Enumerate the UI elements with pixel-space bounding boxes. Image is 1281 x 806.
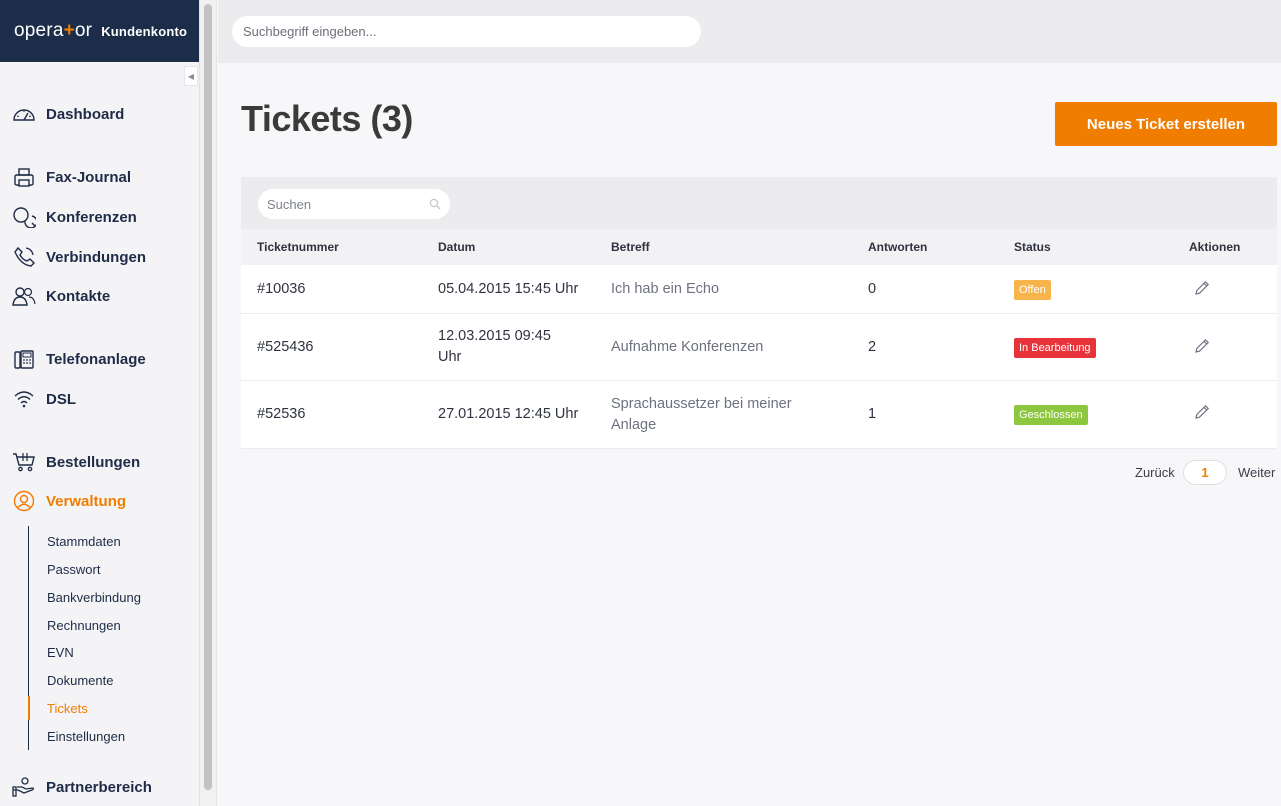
sidebar-item-label: Fax-Journal [46,168,132,186]
column-header-antworten[interactable]: Antworten [868,240,927,254]
column-header-ticketnummer[interactable]: Ticketnummer [257,240,339,254]
table-search-input[interactable] [258,189,450,219]
submenu-item-dokumente[interactable]: Dokumente [47,673,113,688]
submenu-item-rechnungen[interactable]: Rechnungen [47,618,121,633]
ticket-subject[interactable]: Sprachaussetzer bei meiner Anlage [611,394,826,436]
sidebar-item-label: Partnerbereich [46,778,152,796]
operator-logo: opera+or [14,20,93,41]
edit-icon[interactable] [1193,403,1211,421]
edit-icon[interactable] [1193,337,1211,355]
sidebar-item-label: Telefonanlage [46,350,146,368]
ticket-number: #525436 [257,339,314,355]
chevron-left-icon: ◀ [187,71,195,81]
speedometer-icon [12,102,36,126]
tickets-table: Ticketnummer Datum Betreff Antworten Sta… [241,177,1277,449]
ticket-replies: 0 [868,281,877,297]
table-row[interactable]: #52536 27.01.2015 12:45 Uhr Sprachausset… [241,381,1277,449]
sidebar-item-fax-journal[interactable]: Fax-Journal [12,165,131,189]
ticket-number: #52536 [257,406,306,422]
sidebar: opera+or Kundenkonto ◀ Dashboard Fax-Jou… [0,0,200,806]
sidebar-item-label: Konferenzen [46,208,137,226]
sidebar-item-label: DSL [46,390,76,408]
hand-icon [12,775,36,799]
column-header-betreff[interactable]: Betreff [611,240,650,254]
sidebar-item-verbindungen[interactable]: Verbindungen [12,245,146,269]
column-header-datum[interactable]: Datum [438,240,475,254]
table-search[interactable] [258,189,450,219]
sidebar-item-label: Verbindungen [46,248,147,266]
brand-header[interactable]: opera+or Kundenkonto [0,0,199,62]
table-row[interactable]: #10036 05.04.2015 15:45 Uhr Ich hab ein … [241,265,1277,314]
sidebar-item-label: Dashboard [46,105,125,123]
global-search-input[interactable] [232,16,701,47]
new-ticket-button[interactable]: Neues Ticket erstellen [1055,102,1277,146]
sidebar-item-dashboard[interactable]: Dashboard [12,102,124,126]
pagination-prev-link[interactable]: Zurück [1135,465,1175,480]
sidebar-item-label: Bestellungen [46,453,141,471]
search-icon[interactable] [429,197,441,215]
phone-system-icon [12,347,36,371]
status-badge: Offen [1014,280,1051,300]
sidebar-item-partnerbereich[interactable]: Partnerbereich [12,775,152,799]
scrollbar-thumb[interactable] [204,4,212,790]
contacts-icon [12,284,36,308]
sidebar-item-kontakte[interactable]: Kontakte [12,284,110,308]
edit-icon[interactable] [1193,279,1211,297]
pagination-next-link[interactable]: Weiter [1238,465,1275,480]
ticket-replies: 1 [868,406,877,422]
submenu-item-passwort[interactable]: Passwort [47,562,100,577]
verwaltung-submenu: Stammdaten Passwort Bankverbindung Rechn… [28,526,141,750]
column-header-aktionen: Aktionen [1189,240,1241,254]
user-circle-icon [12,489,36,513]
sidebar-item-dsl[interactable]: DSL [12,387,76,411]
sidebar-item-verwaltung[interactable]: Verwaltung [12,489,126,513]
page-title: Tickets (3) [241,98,413,139]
ticket-subject[interactable]: Aufnahme Konferenzen [611,337,763,358]
ticket-number: #10036 [257,281,306,297]
column-header-status[interactable]: Status [1014,240,1051,254]
sidebar-scrollbar[interactable] [200,0,217,806]
table-header: Ticketnummer Datum Betreff Antworten Sta… [241,229,1277,265]
sidebar-item-bestellungen[interactable]: Bestellungen [12,450,140,474]
status-badge: In Bearbeitung [1014,338,1096,358]
collapse-sidebar-button[interactable]: ◀ [184,66,198,86]
brand-subtitle: Kundenkonto [101,23,188,39]
pagination-current-page[interactable]: 1 [1183,460,1227,485]
ticket-date: 12.03.2015 09:45 Uhr [438,328,551,365]
sidebar-item-telefonanlage[interactable]: Telefonanlage [12,347,146,371]
chat-bubbles-icon [12,205,36,229]
sidebar-item-konferenzen[interactable]: Konferenzen [12,205,137,229]
phone-icon [12,245,36,269]
ticket-replies: 2 [868,339,877,355]
submenu-item-stammdaten[interactable]: Stammdaten [47,534,121,549]
submenu-item-evn[interactable]: EVN [47,645,74,660]
wifi-icon [12,387,36,411]
table-row[interactable]: #525436 12.03.2015 09:45 Uhr Aufnahme Ko… [241,314,1277,381]
table-toolbar [241,177,1277,229]
ticket-subject[interactable]: Ich hab ein Echo [611,279,719,300]
ticket-date: 05.04.2015 15:45 Uhr [438,281,579,297]
sidebar-item-label: Kontakte [46,287,111,305]
topbar [218,0,1281,63]
fax-icon [12,165,36,189]
submenu-item-bankverbindung[interactable]: Bankverbindung [47,590,141,605]
status-badge: Geschlossen [1014,405,1088,425]
submenu-item-tickets[interactable]: Tickets [47,701,88,716]
submenu-item-einstellungen[interactable]: Einstellungen [47,729,125,744]
cart-icon [12,450,36,474]
ticket-date: 27.01.2015 12:45 Uhr [438,406,579,422]
sidebar-item-label: Verwaltung [46,492,127,510]
active-submenu-marker [28,696,30,720]
